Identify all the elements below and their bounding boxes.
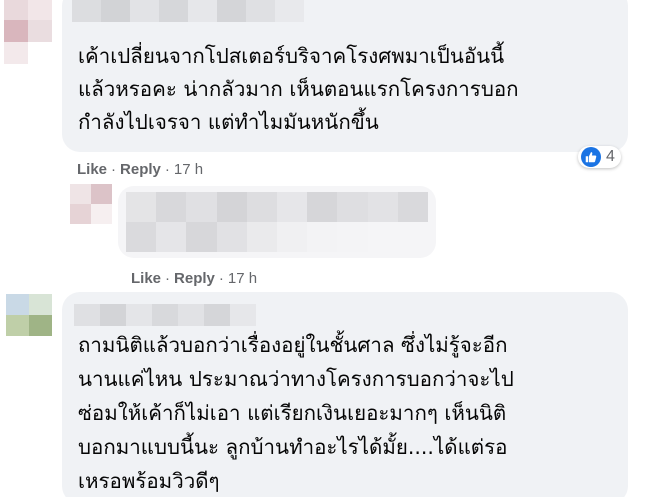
comment-line: เหรอพร้อมวิวดีๆ [78, 469, 220, 493]
comment-bubble: เค้าเปลี่ยนจากโปสเตอร์บริจาคโรงศพมาเป็นอ… [62, 0, 628, 152]
reaction-badge[interactable]: 4 [578, 146, 621, 168]
reply-content-blurred [126, 192, 428, 252]
comment-line: นานแค่ไหน ประมาณว่าทางโครงการบอกว่าจะไป [78, 367, 514, 391]
separator: · [218, 270, 224, 287]
separator: · [111, 161, 117, 178]
commenter-name[interactable] [72, 0, 304, 22]
avatar[interactable] [4, 0, 52, 64]
avatar[interactable] [70, 184, 112, 224]
reply-button[interactable]: Reply [174, 270, 215, 287]
comment-text: ถามนิติแล้วบอกว่าเรื่องอยู่ในชั้นศาล ซึ่… [78, 328, 514, 497]
comment-line: แล้วหรอคะ น่ากลัวมาก เห็นตอนแรกโครงการบอ… [78, 77, 519, 101]
comment-bubble: ถามนิติแล้วบอกว่าเรื่องอยู่ในชั้นศาล ซึ่… [62, 292, 628, 497]
comment-text: เค้าเปลี่ยนจากโปสเตอร์บริจาคโรงศพมาเป็นอ… [78, 40, 519, 139]
separator: · [165, 270, 171, 287]
commenter-name[interactable] [74, 304, 256, 326]
separator: · [164, 161, 170, 178]
comments-thread: เค้าเปลี่ยนจากโปสเตอร์บริจาคโรงศพมาเป็นอ… [0, 0, 650, 497]
comment-line: ซ่อมให้เค้าก็ไม่เอา แต่เรียกเงินเยอะมากๆ… [78, 401, 507, 425]
comment-line: บอกมาแบบนี้นะ ลูกบ้านทำอะไรได้มั้ย....ได… [78, 435, 508, 459]
comment-actions: Like · Reply · 17 h [77, 161, 203, 178]
reply-bubble [118, 186, 436, 258]
like-icon [581, 147, 601, 167]
reply-actions: Like · Reply · 17 h [131, 270, 257, 287]
timestamp[interactable]: 17 h [174, 161, 203, 178]
avatar[interactable] [6, 294, 52, 336]
like-button[interactable]: Like [77, 161, 107, 178]
comment-line: เค้าเปลี่ยนจากโปสเตอร์บริจาคโรงศพมาเป็นอ… [78, 44, 505, 68]
comment-line: ถามนิติแล้วบอกว่าเรื่องอยู่ในชั้นศาล ซึ่… [78, 333, 508, 357]
reaction-count: 4 [606, 148, 615, 165]
timestamp[interactable]: 17 h [228, 270, 257, 287]
comment-line: กำลังไปเจรจา แต่ทำไมมันหนักขึ้น [78, 110, 379, 134]
like-button[interactable]: Like [131, 270, 161, 287]
reply-button[interactable]: Reply [120, 161, 161, 178]
